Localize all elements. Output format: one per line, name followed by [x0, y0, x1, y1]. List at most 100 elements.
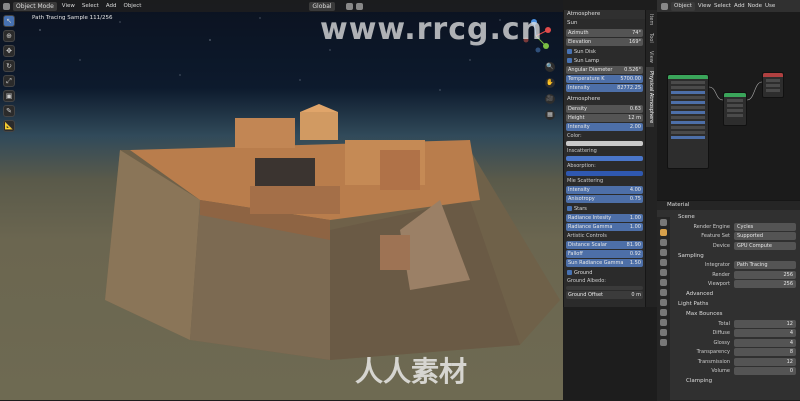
snap-icon[interactable]	[345, 2, 353, 10]
world-tab-icon[interactable]	[660, 269, 667, 276]
azimuth-field[interactable]: Azimuth 74°	[566, 29, 643, 37]
volume-field[interactable]: 0	[734, 367, 796, 376]
absorption-swatch[interactable]	[566, 171, 643, 176]
sun-intensity-field[interactable]: Intensity 82772.25	[566, 84, 643, 92]
viewport-samples-field[interactable]: 256	[734, 280, 796, 289]
device-row: Device GPU Compute	[672, 241, 800, 251]
scene-tab-icon[interactable]	[660, 259, 667, 266]
node-mode-select[interactable]: Object	[671, 1, 695, 11]
light-paths-panel-header[interactable]: Light Paths	[672, 299, 800, 309]
tab-item[interactable]: Item	[646, 10, 654, 29]
material-tab-icon[interactable]	[660, 339, 667, 346]
clamping-subpanel[interactable]: Clamping	[672, 376, 800, 386]
tool-tab-icon[interactable]	[660, 219, 667, 226]
sun-section-label[interactable]: Sun	[564, 19, 645, 28]
camera-icon[interactable]: 🎥	[545, 94, 555, 104]
glossy-label: Glossy	[713, 339, 731, 346]
angular-diameter-field[interactable]: Angular Diameter 0.526°	[566, 66, 643, 74]
constraints-tab-icon[interactable]	[660, 319, 667, 326]
advanced-subpanel[interactable]: Advanced	[672, 289, 800, 299]
device-select[interactable]: GPU Compute	[734, 241, 796, 250]
menu-object[interactable]: Object	[121, 3, 143, 9]
object-tab-icon[interactable]	[660, 279, 667, 286]
stars-checkbox[interactable]: Stars	[564, 204, 645, 213]
render-tab-icon[interactable]	[660, 229, 667, 236]
ground-offset-field[interactable]: Ground Offset 0 m	[566, 291, 643, 299]
cursor-tool-icon[interactable]: ⊕	[3, 30, 15, 42]
temperature-field[interactable]: Temperature K 5700.00	[566, 75, 643, 83]
modifier-tab-icon[interactable]	[660, 289, 667, 296]
ground-checkbox[interactable]: Ground	[564, 268, 645, 277]
menu-add[interactable]: Add	[104, 3, 119, 9]
editor-type-icon[interactable]	[661, 2, 668, 10]
density-field[interactable]: Density 0.63	[566, 105, 643, 113]
menu-select[interactable]: Select	[80, 3, 101, 9]
3d-viewport[interactable]: Object Mode View Select Add Object Globa…	[0, 0, 563, 400]
tab-physical-atmosphere[interactable]: Physical Atmosphere	[646, 66, 654, 128]
mie-intensity-field[interactable]: Intensity 4.00	[566, 186, 643, 194]
node-menu-select[interactable]: Select	[714, 3, 731, 9]
tab-tool[interactable]: Tool	[646, 29, 654, 47]
menu-view[interactable]: View	[60, 3, 77, 9]
orientation-select[interactable]: Global	[309, 1, 335, 11]
physics-tab-icon[interactable]	[660, 309, 667, 316]
diffuse-field[interactable]: 4	[734, 329, 796, 338]
elevation-field[interactable]: Elevation 169°	[566, 38, 643, 46]
ground-albedo-swatch[interactable]	[566, 286, 643, 290]
max-bounces-subpanel[interactable]: Max Bounces	[672, 309, 800, 319]
radiance-intensity-field[interactable]: Radiance Intesity 1.00	[566, 214, 643, 222]
stars-label: Stars	[574, 205, 587, 212]
sun-lamp-checkbox[interactable]: Sun Lamp	[564, 56, 645, 65]
transparency-label: Transparency	[696, 349, 730, 356]
atmosphere-panel-title[interactable]: Atmosphere	[564, 10, 645, 19]
move-tool-icon[interactable]: ✥	[3, 45, 15, 57]
grid-icon[interactable]: ▦	[545, 110, 555, 120]
inscattering-swatch[interactable]	[566, 156, 643, 161]
scale-tool-icon[interactable]: ⤢	[3, 75, 15, 87]
pan-hand-icon[interactable]: ✋	[545, 78, 555, 88]
particles-tab-icon[interactable]	[660, 299, 667, 306]
node-menu-add[interactable]: Add	[734, 3, 745, 9]
transparency-field[interactable]: 8	[734, 348, 796, 357]
transform-tool-icon[interactable]: ▣	[3, 90, 15, 102]
render-samples-field[interactable]: 256	[734, 270, 796, 279]
tab-view[interactable]: View	[646, 47, 654, 67]
node-editor[interactable]	[657, 12, 800, 200]
anisotropy-field[interactable]: Anisotropy 0.75	[566, 195, 643, 203]
radiance-gamma-field[interactable]: Radiance Gamma 1.00	[566, 223, 643, 231]
sun-radiance-gamma-label: Sun Radiance Gamma	[568, 260, 624, 266]
node-menu-use[interactable]: Use	[765, 3, 775, 9]
integrator-select[interactable]: Path Tracing	[734, 261, 796, 270]
color-swatch[interactable]	[566, 141, 643, 146]
sidebar-tabs: Item Tool View Physical Atmosphere	[645, 10, 657, 307]
proportional-edit-icon[interactable]	[355, 2, 363, 10]
output-tab-icon[interactable]	[660, 239, 667, 246]
distance-scalar-field[interactable]: Distance Scalar 81.90	[566, 241, 643, 249]
data-tab-icon[interactable]	[660, 329, 667, 336]
annotate-tool-icon[interactable]: ✎	[3, 105, 15, 117]
measure-tool-icon[interactable]: 📐	[3, 120, 15, 132]
atmosphere-section-label[interactable]: Atmosphere	[564, 95, 645, 104]
node-menu-view[interactable]: View	[698, 3, 711, 9]
rotate-tool-icon[interactable]: ↻	[3, 60, 15, 72]
feature-set-select[interactable]: Supported	[734, 232, 796, 241]
material-header[interactable]: Material	[657, 201, 800, 210]
select-tool-icon[interactable]: ↖	[3, 15, 15, 27]
render-engine-select[interactable]: Cycles	[734, 222, 796, 231]
transmission-field[interactable]: 12	[734, 357, 796, 366]
atmosphere-intensity-field[interactable]: Intensity 2.00	[566, 123, 643, 131]
sun-radiance-gamma-field[interactable]: Sun Radiance Gamma 1.50	[566, 259, 643, 267]
sun-disk-checkbox[interactable]: Sun Disk	[564, 47, 645, 56]
glossy-field[interactable]: 4	[734, 338, 796, 347]
node-menu-node[interactable]: Node	[748, 3, 762, 9]
falloff-field[interactable]: Falloff 0.92	[566, 250, 643, 258]
editor-type-icon[interactable]	[3, 2, 10, 10]
height-field[interactable]: Height 12 m	[566, 114, 643, 122]
total-field[interactable]: 12	[734, 319, 796, 328]
mode-select[interactable]: Object Mode	[13, 1, 57, 11]
transparency-row: Transparency 8	[672, 348, 800, 358]
sampling-panel-header[interactable]: Sampling	[672, 251, 800, 261]
zoom-icon[interactable]: 🔍	[545, 62, 555, 72]
view-layer-tab-icon[interactable]	[660, 249, 667, 256]
ground-label: Ground	[574, 269, 593, 276]
